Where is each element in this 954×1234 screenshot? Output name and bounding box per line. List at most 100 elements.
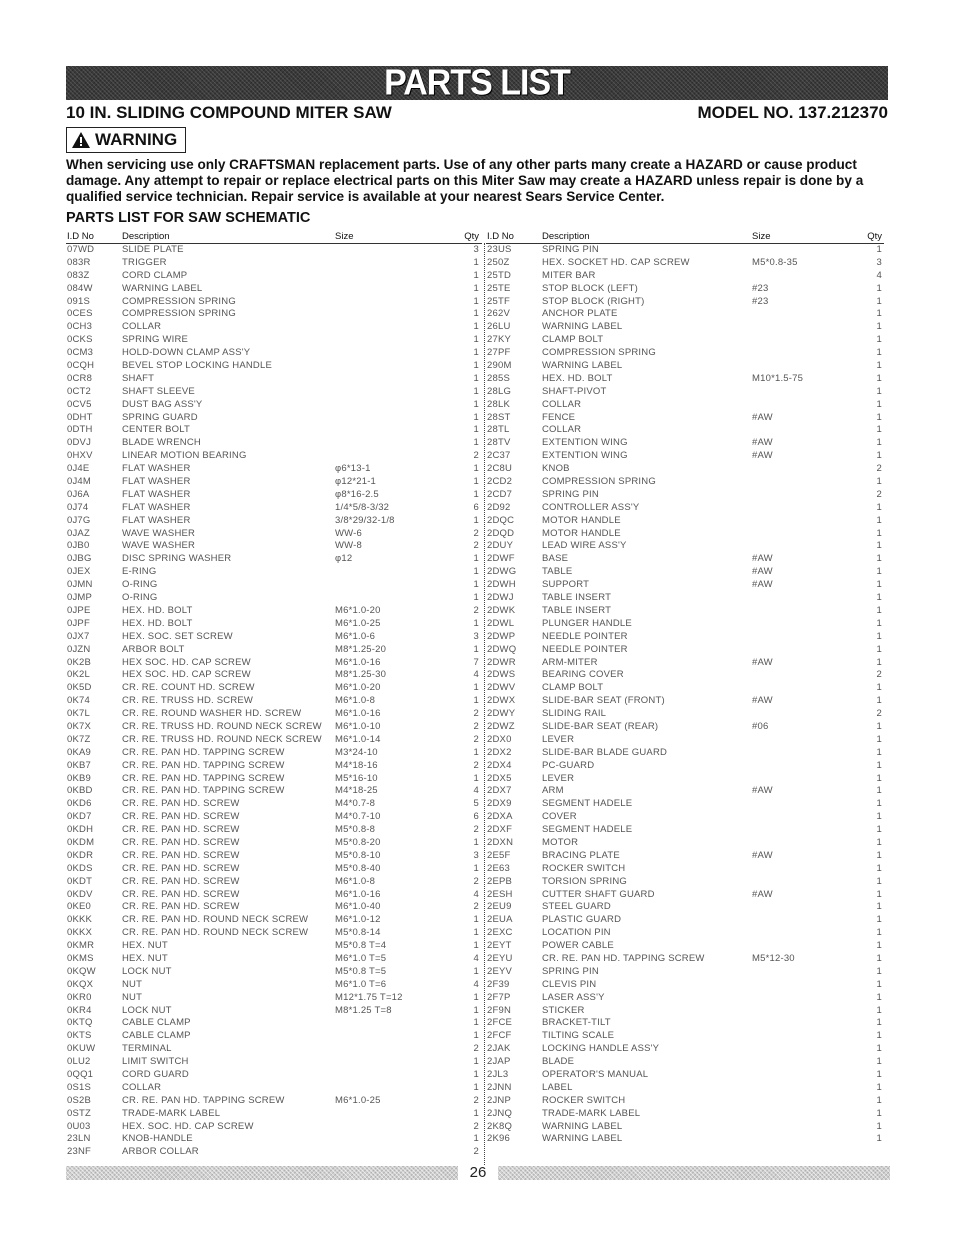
part-qty: 1: [876, 875, 882, 887]
part-qty: 1: [876, 476, 882, 488]
table-row: 2DWL PLUNGER HANDLE 1: [486, 618, 884, 631]
part-id: 0JMN: [67, 579, 93, 591]
part-id: 2EYT: [487, 940, 512, 952]
part-size: [752, 760, 854, 773]
table-row: 0KDT CR. RE. PAN HD. SCREW M6*1.0-8 2: [66, 876, 482, 889]
table-row: 25TD MITER BAR 4: [486, 270, 884, 283]
part-qty: 1: [473, 372, 479, 384]
table-row: 2DX4 PC-GUARD 1: [486, 760, 884, 773]
part-size: [752, 1108, 854, 1121]
part-description: SLIDE PLATE: [122, 244, 184, 255]
part-id: 0K7X: [67, 720, 92, 732]
column-header-description: Description: [122, 231, 170, 242]
table-row: 2DWP NEEDLE POINTER 1: [486, 631, 884, 644]
part-qty: 1: [876, 244, 882, 255]
warning-triangle-icon: [72, 132, 90, 148]
part-size: [752, 1069, 854, 1082]
part-qty: 3: [473, 849, 479, 861]
part-description: CORD CLAMP: [122, 269, 188, 281]
part-qty: 1: [473, 514, 479, 526]
part-size: [752, 1005, 854, 1018]
part-qty: 1: [876, 798, 882, 810]
part-id: 2K8Q: [487, 1120, 513, 1132]
part-size: M6*1.0-16: [335, 656, 381, 668]
part-qty: 1: [473, 385, 479, 397]
part-qty: 1: [876, 566, 882, 578]
part-size: M6*1.0-25: [335, 617, 381, 629]
part-description: LOCKING HANDLE ASS'Y: [542, 1043, 660, 1055]
part-id: 2JNN: [487, 1081, 512, 1093]
part-size: [752, 515, 854, 528]
part-qty: 1: [473, 476, 479, 488]
part-description: COMPRESSION SPRING: [122, 295, 236, 307]
table-row: 23US SPRING PIN 1: [486, 244, 884, 257]
part-size: [335, 373, 455, 386]
part-qty: 1: [876, 1094, 882, 1106]
part-id: 0JPE: [67, 604, 91, 616]
part-description: SLIDE-BAR SEAT (FRONT): [542, 695, 665, 707]
part-qty: 1: [876, 1004, 882, 1016]
part-size: [752, 1043, 854, 1056]
part-qty: 1: [876, 527, 882, 539]
part-size: [752, 708, 854, 721]
table-row: 2JNQ TRADE-MARK LABEL 1: [486, 1108, 884, 1121]
part-size: M6*1.0 T=5: [335, 952, 387, 964]
part-qty: 2: [473, 540, 479, 552]
part-id: 285S: [487, 372, 510, 384]
part-qty: 1: [473, 643, 479, 655]
table-row: 285S HEX. HD. BOLT M10*1.5-75 1: [486, 373, 884, 386]
part-size: [335, 1017, 455, 1030]
part-description: CR. RE. PAN HD. TAPPING SCREW: [122, 746, 285, 758]
table-row: 0S1S COLLAR 1: [66, 1082, 482, 1095]
part-id: 0KMR: [67, 940, 95, 952]
part-size: [335, 399, 455, 412]
part-qty: 1: [473, 940, 479, 952]
part-qty: 4: [473, 952, 479, 964]
table-row: 0CH3 COLLAR 1: [66, 321, 482, 334]
part-qty: 1: [876, 1017, 882, 1029]
part-size: [752, 386, 854, 399]
part-size: [335, 308, 455, 321]
footer-band-right: [498, 1166, 890, 1180]
table-row: 2JL3 OPERATOR'S MANUAL 1: [486, 1069, 884, 1082]
part-size: [752, 592, 854, 605]
part-description: ARM-MITER: [542, 656, 598, 668]
part-id: 0KDV: [67, 888, 93, 900]
part-qty: 4: [473, 978, 479, 990]
table-row: 2DUY LEAD WIRE ASS'Y 1: [486, 540, 884, 553]
table-row: 0JPE HEX. HD. BOLT M6*1.0-20 2: [66, 605, 482, 618]
part-size: M6*1.0-10: [335, 720, 381, 732]
part-id: 084W: [67, 282, 93, 294]
part-qty: 1: [876, 720, 882, 732]
part-qty: 1: [876, 385, 882, 397]
part-description: HEX. SOC. SET SCREW: [122, 630, 233, 642]
part-description: WARNING LABEL: [542, 321, 623, 333]
part-description: BEVEL STOP LOCKING HANDLE: [122, 360, 273, 372]
part-description: O-RING: [122, 579, 158, 591]
part-id: 2DWV: [487, 682, 516, 694]
part-size: #AW: [752, 579, 773, 591]
part-description: POWER CABLE: [542, 940, 614, 952]
part-id: 0CM3: [67, 347, 94, 359]
part-id: 28ST: [487, 411, 511, 423]
table-row: 091S COMPRESSION SPRING 1: [66, 296, 482, 309]
table-row: 0STZ TRADE-MARK LABEL 1: [66, 1108, 482, 1121]
table-row: 2ESH CUTTER SHAFT GUARD #AW 1: [486, 889, 884, 902]
part-description: SEGMENT HADELE: [542, 824, 633, 836]
part-size: [752, 811, 854, 824]
table-row: 23LN KNOB-HANDLE 1: [66, 1133, 482, 1146]
table-row: 0JEX E-RING 1: [66, 566, 482, 579]
part-qty: 1: [473, 424, 479, 436]
part-description: WARNING LABEL: [542, 1120, 623, 1132]
table-row: 0QQ1 CORD GUARD 1: [66, 1069, 482, 1082]
part-id: 0JX7: [67, 630, 90, 642]
table-row: 2DXN MOTOR 1: [486, 837, 884, 850]
part-qty: 1: [876, 643, 882, 655]
part-size: [752, 476, 854, 489]
part-qty: 4: [473, 785, 479, 797]
table-row: 0JZN ARBOR BOLT M8*1.25-20 1: [66, 644, 482, 657]
part-description: COMPRESSION SPRING: [542, 347, 656, 359]
part-id: 0JBG: [67, 553, 92, 565]
part-id: 0KQW: [67, 965, 96, 977]
part-id: 2F9N: [487, 1004, 512, 1016]
